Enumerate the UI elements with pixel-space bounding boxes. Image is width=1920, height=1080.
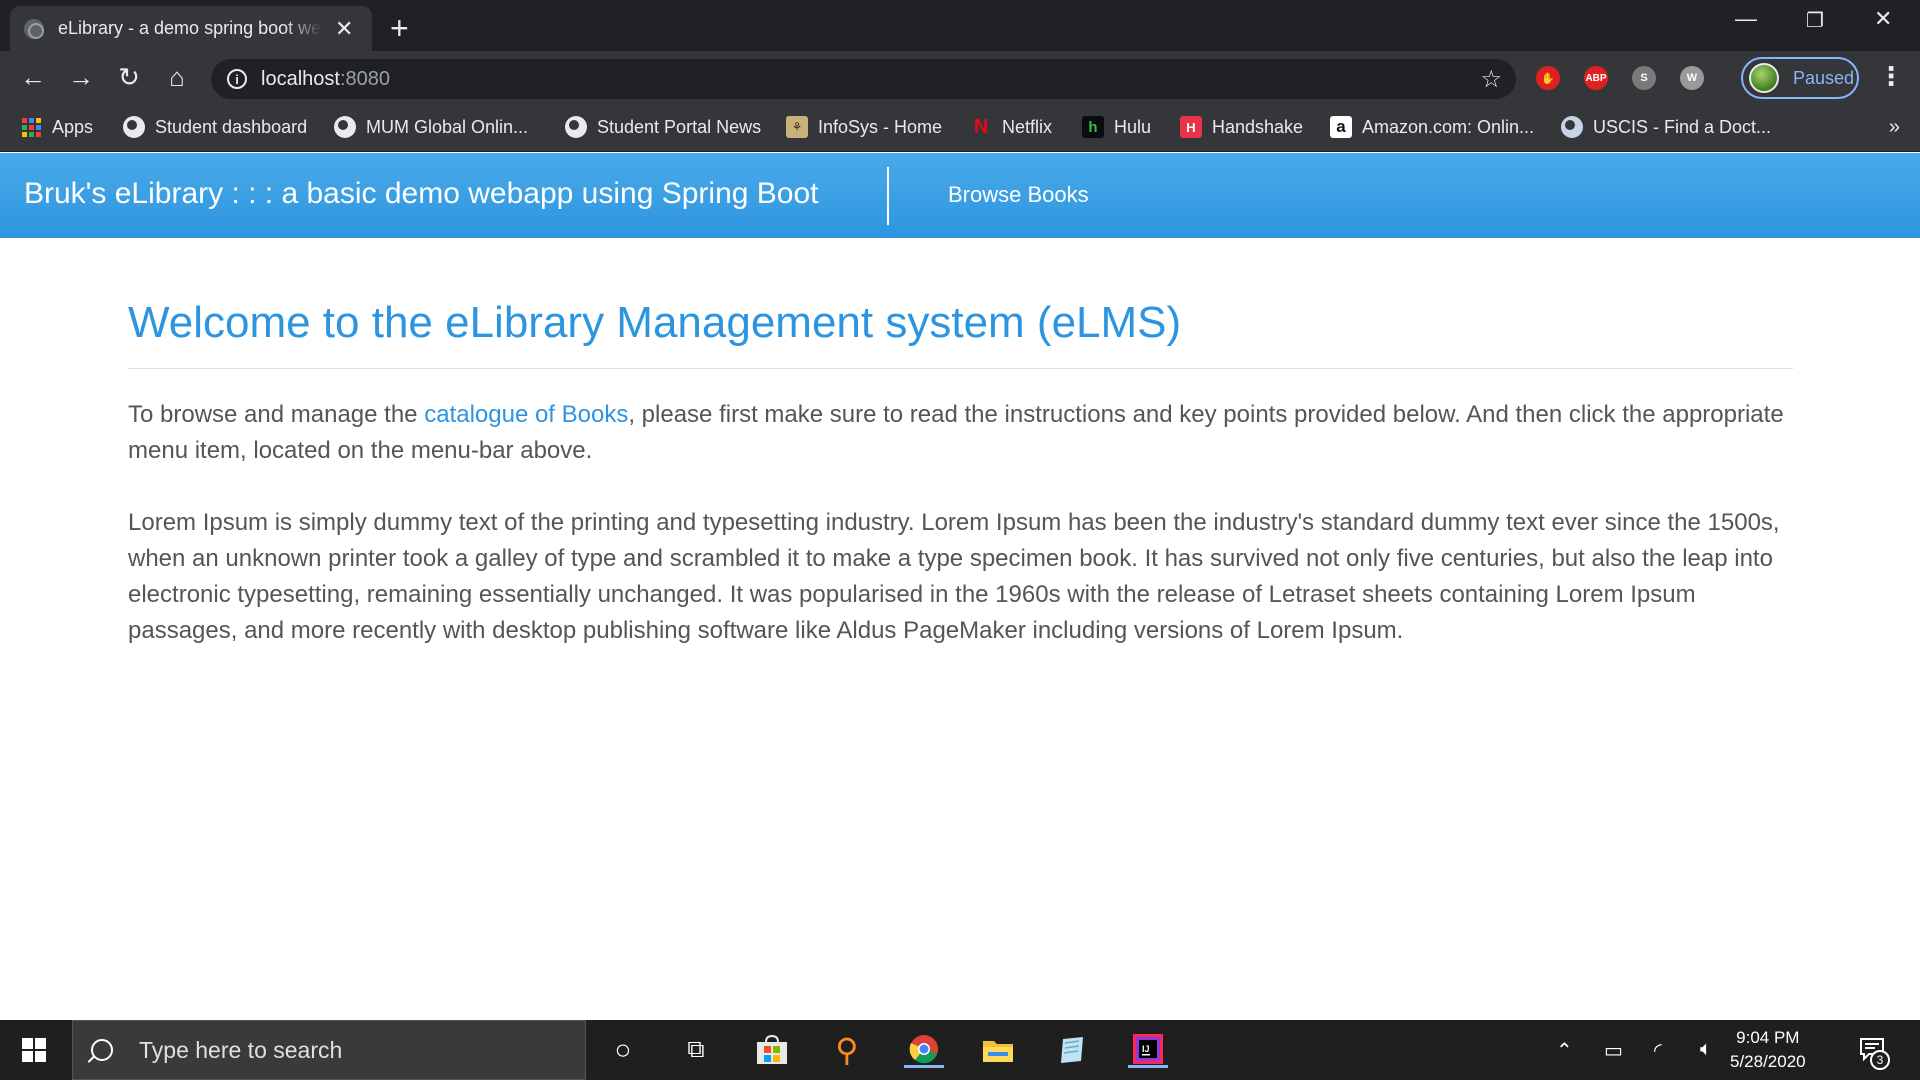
apps-grid-icon xyxy=(20,116,42,138)
show-hidden-icons-icon[interactable]: ⌃ xyxy=(1556,1038,1573,1063)
main-content: Welcome to the eLibrary Management syste… xyxy=(128,238,1793,649)
volume-icon[interactable]: 🔈︎ xyxy=(1700,1038,1712,1061)
bookmark-mum-global[interactable]: MUM Global Onlin... xyxy=(334,116,528,138)
home-icon[interactable]: ⌂ xyxy=(160,62,194,93)
url-port: :8080 xyxy=(339,67,390,90)
cortana-circle-icon[interactable]: ○ xyxy=(603,1032,643,1068)
heading-divider xyxy=(128,368,1793,369)
bookmark-label: Student Portal News xyxy=(597,116,762,137)
tab-close-icon[interactable]: ✕ xyxy=(335,16,353,42)
hand-stop-icon[interactable]: ✋ xyxy=(1536,66,1560,90)
restore-window-button[interactable]: ❐ xyxy=(1806,8,1824,33)
url-host: localhost xyxy=(261,67,340,90)
search-placeholder: Type here to search xyxy=(139,1036,343,1063)
browser-toolbar: ← → ↻ ⌂ i localhost :8080 ☆ ✋ ABP S W Pa… xyxy=(0,51,1920,106)
bookmark-student-dashboard[interactable]: Student dashboard xyxy=(123,116,307,138)
notepad-app-icon[interactable] xyxy=(1052,1032,1092,1068)
catalogue-of-books-link[interactable]: catalogue of Books xyxy=(424,401,628,428)
page-title: Welcome to the eLibrary Management syste… xyxy=(128,298,1182,347)
avatar xyxy=(1749,63,1779,93)
browse-books-link[interactable]: Browse Books xyxy=(948,182,1089,208)
site-navbar: Bruk's eLibrary : : : a basic demo webap… xyxy=(0,153,1920,238)
file-explorer-icon[interactable] xyxy=(978,1032,1018,1068)
bookmark-star-icon[interactable]: ☆ xyxy=(1480,65,1502,94)
bookmark-uscis[interactable]: USCIS - Find a Doct... xyxy=(1561,116,1771,138)
intro-paragraph: To browse and manage the catalogue of Bo… xyxy=(128,397,1793,469)
bookmark-label: Netflix xyxy=(1002,116,1053,137)
back-arrow-icon[interactable]: ← xyxy=(16,62,50,93)
clock[interactable]: 9:04 PM 5/28/2020 xyxy=(1730,1026,1806,1074)
windows-start-icon[interactable] xyxy=(22,1038,46,1062)
clock-time: 9:04 PM xyxy=(1736,1028,1800,1047)
bookmark-netflix[interactable]: N Netflix xyxy=(970,116,1052,138)
notification-count-badge: 3 xyxy=(1870,1050,1890,1070)
more-bookmarks-icon[interactable]: » xyxy=(1889,116,1900,139)
bookmark-label: USCIS - Find a Doct... xyxy=(1593,116,1772,137)
address-bar[interactable]: i localhost :8080 ☆ xyxy=(211,59,1516,99)
site-info-icon[interactable]: i xyxy=(227,69,247,89)
bookmark-label: Apps xyxy=(52,116,94,137)
bookmark-label: Student dashboard xyxy=(155,116,308,137)
w-extension-icon[interactable]: W xyxy=(1680,66,1704,90)
search-icon xyxy=(91,1039,113,1061)
globe-icon xyxy=(123,116,145,138)
bookmark-handshake[interactable]: H Handshake xyxy=(1180,116,1303,138)
bookmark-hulu[interactable]: h Hulu xyxy=(1082,116,1151,138)
minimize-window-button[interactable]: — xyxy=(1735,6,1757,32)
browser-menu-icon[interactable]: ⋮ xyxy=(1878,61,1904,92)
bookmark-label: Hulu xyxy=(1114,116,1152,137)
profile-button[interactable]: Paused xyxy=(1741,57,1859,99)
bookmark-label: Handshake xyxy=(1212,116,1304,137)
lorem-paragraph: Lorem Ipsum is simply dummy text of the … xyxy=(128,509,1780,644)
tab-favicon-globe-icon xyxy=(24,18,44,39)
bookmark-apps[interactable]: Apps xyxy=(20,116,93,138)
handshake-icon: H xyxy=(1180,116,1202,138)
intro-text-start: To browse and manage the xyxy=(128,401,425,428)
site-brand[interactable]: Bruk's eLibrary : : : a basic demo webap… xyxy=(24,177,819,211)
forward-arrow-icon[interactable]: → xyxy=(64,62,98,93)
new-tab-button[interactable]: + xyxy=(390,10,409,47)
svg-text:IJ: IJ xyxy=(1142,1044,1150,1054)
magnifier-app-icon[interactable]: ⚲ xyxy=(827,1032,867,1068)
amazon-icon: a xyxy=(1330,116,1352,138)
s-extension-icon[interactable]: S xyxy=(1632,66,1656,90)
bookmark-label: Amazon.com: Onlin... xyxy=(1362,116,1535,137)
microsoft-store-icon[interactable] xyxy=(752,1032,792,1068)
globe-icon xyxy=(334,116,356,138)
chrome-icon[interactable] xyxy=(904,1032,944,1068)
close-window-button[interactable]: ✕ xyxy=(1874,6,1892,32)
reload-icon[interactable]: ↻ xyxy=(112,62,146,93)
wifi-icon[interactable]: ◜ xyxy=(1654,1038,1662,1063)
bookmark-label: InfoSys - Home xyxy=(818,116,943,137)
taskbar-search-box[interactable]: Type here to search xyxy=(72,1020,586,1080)
globe-icon xyxy=(565,116,587,138)
netflix-icon: N xyxy=(973,115,989,138)
uscis-icon xyxy=(1561,116,1583,138)
clock-date: 5/28/2020 xyxy=(1730,1052,1806,1071)
bookmark-student-portal-news[interactable]: Student Portal News xyxy=(565,116,761,138)
browser-tab[interactable]: eLibrary - a demo spring boot web app ✕ xyxy=(10,6,372,51)
browser-tab-strip: eLibrary - a demo spring boot web app ✕ … xyxy=(0,0,1920,51)
bookmarks-bar: Apps Student dashboard MUM Global Onlin.… xyxy=(0,106,1920,152)
windows-taskbar: Type here to search ○ ⧉ ⚲ IJ ⌃ ▭ ◜ 🔈︎ 9:… xyxy=(0,1020,1920,1080)
hulu-icon: h xyxy=(1082,116,1104,138)
adblock-plus-icon[interactable]: ABP xyxy=(1584,66,1608,90)
infosys-icon: ⚘ xyxy=(786,116,808,138)
bookmark-amazon[interactable]: a Amazon.com: Onlin... xyxy=(1330,116,1534,138)
intellij-idea-icon[interactable]: IJ xyxy=(1128,1032,1168,1068)
bookmark-label: MUM Global Onlin... xyxy=(366,116,529,137)
tab-title: eLibrary - a demo spring boot web app xyxy=(58,18,323,38)
navbar-divider xyxy=(887,167,889,225)
task-view-icon[interactable]: ⧉ xyxy=(676,1032,716,1068)
battery-icon[interactable]: ▭ xyxy=(1604,1038,1623,1063)
profile-status: Paused xyxy=(1793,67,1855,88)
bookmark-infosys[interactable]: ⚘ InfoSys - Home xyxy=(786,116,942,138)
